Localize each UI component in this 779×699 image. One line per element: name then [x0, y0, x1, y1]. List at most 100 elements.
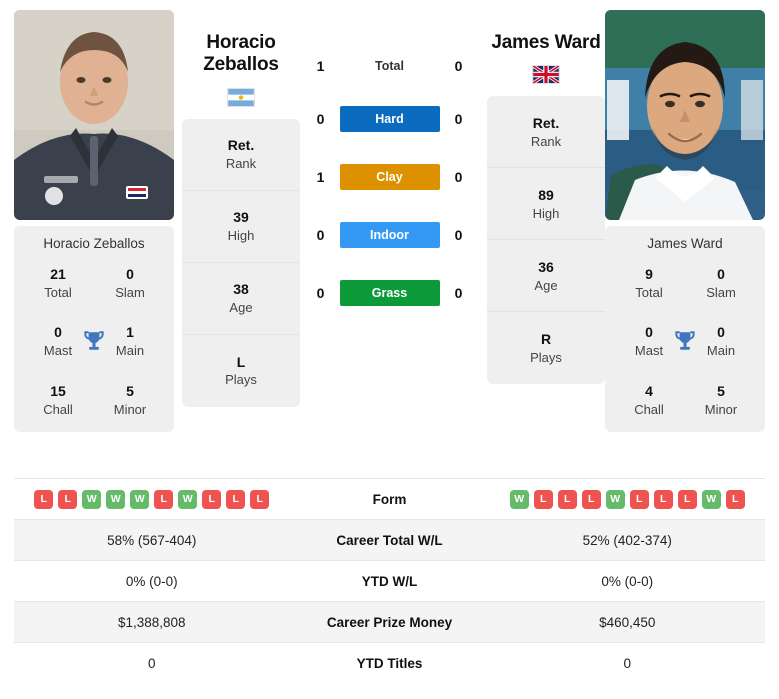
h2h-row-clay: 1 Clay 0: [308, 164, 472, 190]
left-info-age: 38 Age: [182, 263, 300, 335]
right-info-rank-label: Rank: [530, 133, 562, 149]
right-name-column: James Ward Ret. Rank 89 High 36 Age R Pl…: [487, 10, 605, 385]
h2h-row-total: 1 Total 0: [308, 58, 472, 74]
right-titles-card: James Ward 9 Total 0 Slam 0 Mast 0 Main …: [605, 226, 765, 433]
right-info-high-value: 89: [538, 186, 554, 203]
h2h-hard-badge[interactable]: Hard: [339, 106, 440, 132]
table-row-ytd-wl: 0% (0-0) YTD W/L 0% (0-0): [14, 560, 765, 601]
right-info-plays-label: Plays: [530, 350, 562, 366]
left-info-rank-value: Ret.: [227, 137, 255, 154]
right-titles-chall-value: 4: [645, 382, 653, 399]
right-titles-minor-value: 5: [717, 382, 725, 399]
left-player-portrait-icon: [14, 10, 174, 220]
left-info-age-label: Age: [229, 299, 253, 315]
h2h-row-indoor: 0 Indoor 0: [308, 222, 472, 248]
right-titles-chall-label: Chall: [634, 401, 664, 417]
left-titles-card: Horacio Zeballos 21 Total 0 Slam 0 Mast: [14, 226, 174, 433]
trophy-icon: [84, 330, 104, 350]
h2h-grass-right-score: 0: [454, 285, 463, 301]
left-titles-grid: 21 Total 0 Slam 0 Mast 1 Main 15 Chall 5…: [22, 265, 166, 418]
left-player-name-line1: Horacio: [206, 32, 276, 53]
form-chip-l[interactable]: L: [202, 489, 222, 509]
head-to-head-column: 1 Total 0 0 Hard 0 1 Clay 0 0 Indoor 0 0: [300, 10, 479, 306]
left-titles-slam: 0 Slam: [94, 265, 166, 301]
flag-great-britain-icon: [532, 65, 560, 85]
left-career-prize-money: $1,388,808: [117, 614, 186, 630]
left-titles-minor: 5 Minor: [94, 382, 166, 418]
form-chip-l[interactable]: L: [533, 489, 553, 509]
form-chip-l[interactable]: L: [34, 489, 54, 509]
right-info-age-value: 36: [538, 258, 554, 275]
left-flag-wrapper: [182, 87, 300, 107]
left-info-high-value: 39: [233, 209, 249, 226]
form-chip-l[interactable]: L: [677, 489, 697, 509]
right-titles-grid: 9 Total 0 Slam 0 Mast 0 Main 4 Chall 5 M…: [613, 265, 757, 418]
right-info-rank-value: Ret.: [532, 114, 560, 131]
form-chip-l[interactable]: L: [226, 489, 246, 509]
form-chip-w[interactable]: W: [509, 489, 529, 509]
form-chip-l[interactable]: L: [557, 489, 577, 509]
form-chip-l[interactable]: L: [725, 489, 745, 509]
table-row-career-total-wl: 58% (567-404) Career Total W/L 52% (402-…: [14, 519, 765, 560]
h2h-clay-badge[interactable]: Clay: [339, 164, 440, 190]
table-row-form: LLWWWLWLLL Form WLLLWLLLWL: [14, 478, 765, 519]
stats-table: LLWWWLWLLL Form WLLLWLLLWL 58% (567-404)…: [0, 478, 779, 683]
right-titles-slam-value: 0: [717, 266, 725, 282]
form-chip-l[interactable]: L: [250, 489, 270, 509]
right-player-portrait-icon: [605, 10, 765, 220]
form-chip-l[interactable]: L: [653, 489, 673, 509]
h2h-total-right-score: 0: [454, 58, 463, 74]
left-player-name-line2: Zeballos: [203, 54, 279, 76]
flag-argentina-icon: [227, 87, 255, 107]
h2h-clay-left-score: 1: [316, 169, 325, 185]
h2h-total-label: Total: [375, 59, 404, 73]
right-info-plays: R Plays: [487, 312, 605, 384]
table-row-ytd-titles: 0 YTD Titles 0: [14, 642, 765, 683]
form-chip-l[interactable]: L: [58, 489, 78, 509]
h2h-row-hard: 0 Hard 0: [308, 106, 472, 132]
table-row-career-prize-money: $1,388,808 Career Prize Money $460,450: [14, 601, 765, 642]
form-chip-l[interactable]: L: [581, 489, 601, 509]
h2h-grass-badge[interactable]: Grass: [339, 280, 440, 306]
form-chip-w[interactable]: W: [130, 489, 150, 509]
player-comparison-page: Horacio Zeballos 21 Total 0 Slam 0 Mast: [0, 0, 779, 699]
left-info-age-value: 38: [233, 281, 249, 298]
form-chip-w[interactable]: W: [106, 489, 126, 509]
form-chip-w[interactable]: W: [701, 489, 721, 509]
trophy-icon: [675, 330, 695, 350]
h2h-indoor-left-score: 0: [316, 227, 325, 243]
left-info-plays-value: L: [236, 353, 246, 370]
right-titles-player-name: James Ward: [647, 236, 723, 251]
left-career-total-wl: 58% (567-404): [107, 532, 197, 548]
right-titles-slam: 0 Slam: [685, 265, 757, 301]
right-titles-total-label: Total: [635, 284, 663, 300]
right-info-rank: Ret. Rank: [487, 96, 605, 169]
right-info-age: 36 Age: [487, 240, 605, 313]
right-titles-total-value: 9: [645, 266, 653, 282]
right-ytd-titles: 0: [623, 655, 631, 671]
h2h-hard-right-score: 0: [454, 111, 463, 127]
h2h-row-grass: 0 Grass 0: [308, 280, 472, 306]
comparison-header: Horacio Zeballos 21 Total 0 Slam 0 Mast: [0, 0, 779, 478]
left-player-name: Horacio Zeballos: [182, 10, 300, 77]
left-player-photo[interactable]: [14, 10, 174, 220]
right-info-high-label: High: [532, 205, 560, 221]
form-chip-l[interactable]: L: [154, 489, 174, 509]
form-chip-w[interactable]: W: [82, 489, 102, 509]
h2h-indoor-badge[interactable]: Indoor: [339, 222, 440, 248]
left-titles-total-value: 21: [50, 266, 66, 282]
right-player-column: James Ward 9 Total 0 Slam 0 Mast 0 Main …: [605, 10, 765, 433]
right-player-name: James Ward: [487, 10, 605, 54]
h2h-hard-left-score: 0: [316, 111, 325, 127]
table-row-career-total-wl-label: Career Total W/L: [336, 532, 443, 548]
form-chip-w[interactable]: W: [178, 489, 198, 509]
right-player-photo[interactable]: [605, 10, 765, 220]
form-chip-l[interactable]: L: [629, 489, 649, 509]
right-info-age-label: Age: [534, 277, 558, 293]
right-info-high: 89 High: [487, 168, 605, 241]
left-titles-total-label: Total: [44, 284, 72, 300]
right-titles-total: 9 Total: [613, 265, 685, 301]
form-chip-w[interactable]: W: [605, 489, 625, 509]
right-info-card: Ret. Rank 89 High 36 Age R Plays: [487, 96, 605, 385]
right-info-plays-value: R: [540, 331, 552, 348]
